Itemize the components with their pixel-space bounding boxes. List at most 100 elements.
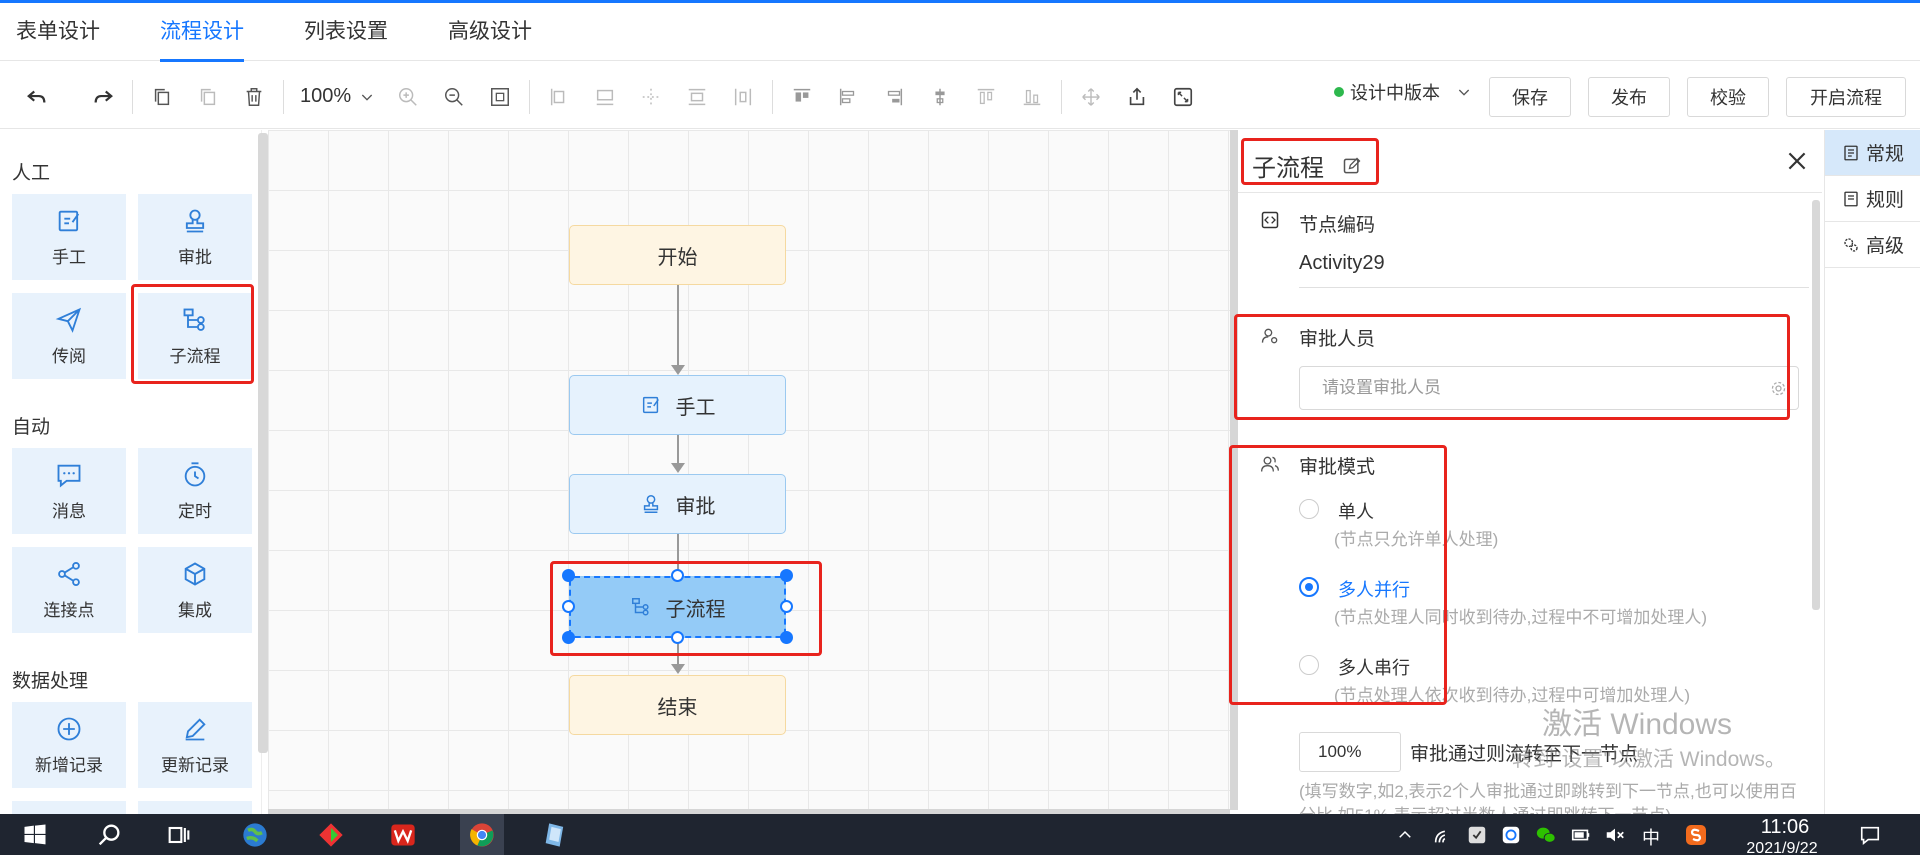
battery-icon[interactable] xyxy=(1570,824,1592,846)
move-button[interactable] xyxy=(1068,77,1114,117)
flow-node-approval[interactable]: 审批 xyxy=(569,474,786,534)
fullscreen-button[interactable] xyxy=(1160,77,1206,117)
redo-icon xyxy=(94,90,113,103)
taskbar-app-chrome[interactable] xyxy=(467,820,497,850)
resize-handle[interactable] xyxy=(562,631,575,644)
taskbar-clock[interactable]: 11:06 xyxy=(1740,816,1830,839)
tab-list-settings[interactable]: 列表设置 xyxy=(304,3,388,61)
flow-node-manual[interactable]: 手工 xyxy=(569,375,786,435)
mode-option-label[interactable]: 多人并行 xyxy=(1338,576,1410,602)
search-button[interactable] xyxy=(94,820,124,850)
palette-item-message[interactable]: 消息 xyxy=(12,448,126,534)
distribute-button[interactable] xyxy=(720,77,766,117)
ime-indicator[interactable]: 中 xyxy=(1642,824,1660,850)
palette-item-approval[interactable]: 审批 xyxy=(138,194,252,280)
chevron-up-icon[interactable] xyxy=(1396,826,1414,844)
flow-node-subprocess[interactable]: 子流程 xyxy=(569,576,786,638)
mode-option-label[interactable]: 多人串行 xyxy=(1338,654,1410,680)
palette-item-manual[interactable]: 手工 xyxy=(12,194,126,280)
redo-button[interactable] xyxy=(80,77,126,117)
network-icon[interactable] xyxy=(1432,824,1454,846)
side-tab-general[interactable]: 常规 xyxy=(1825,130,1920,176)
canvas-vertical-scrollbar[interactable] xyxy=(1230,130,1238,810)
taskbar-app-media[interactable] xyxy=(316,820,346,850)
volume-muted-icon[interactable] xyxy=(1604,824,1626,846)
align-vcenter-button[interactable] xyxy=(917,77,963,117)
save-button[interactable]: 保存 xyxy=(1489,77,1571,117)
taskbar-app-wps[interactable] xyxy=(388,820,418,850)
align-left-edge-button[interactable] xyxy=(536,77,582,117)
mode-radio-serial[interactable] xyxy=(1299,655,1319,675)
copy-button[interactable] xyxy=(139,77,185,117)
toolbar-divider xyxy=(283,79,284,114)
zoom-out-button[interactable] xyxy=(431,77,477,117)
flow-node-end[interactable]: 结束 xyxy=(569,675,786,735)
approver-input[interactable]: 请设置审批人员 xyxy=(1299,366,1799,410)
palette-item-partial[interactable] xyxy=(138,801,252,814)
start-button[interactable] xyxy=(20,820,50,850)
validate-button[interactable]: 校验 xyxy=(1687,77,1769,117)
undo-button[interactable] xyxy=(14,77,60,117)
task-view-button[interactable] xyxy=(164,820,194,850)
tab-advanced-design[interactable]: 高级设计 xyxy=(448,3,532,61)
gear-icon[interactable] xyxy=(1770,380,1787,397)
paste-button[interactable] xyxy=(185,77,231,117)
delete-button[interactable] xyxy=(231,77,277,117)
taskbar-app-globe[interactable] xyxy=(240,820,270,850)
align-middle-button[interactable] xyxy=(674,77,720,117)
palette-item-timer[interactable]: 定时 xyxy=(138,448,252,534)
palette-item-partial[interactable] xyxy=(12,801,126,814)
connect-handle[interactable] xyxy=(562,600,575,613)
connect-handle[interactable] xyxy=(671,631,684,644)
palette-item-update-record[interactable]: 更新记录 xyxy=(138,702,252,788)
palette-scrollbar[interactable] xyxy=(258,133,268,753)
export-icon xyxy=(1129,87,1145,105)
taskbar-app-tablet[interactable] xyxy=(540,820,570,850)
zoom-select[interactable]: 100% xyxy=(290,85,385,108)
zoom-in-button[interactable] xyxy=(385,77,431,117)
side-tab-rules[interactable]: 规则 xyxy=(1825,176,1920,222)
mode-radio-single[interactable] xyxy=(1299,499,1319,519)
align-top-edge-button[interactable] xyxy=(582,77,628,117)
publish-button[interactable]: 发布 xyxy=(1588,77,1670,117)
align-top-button[interactable] xyxy=(779,77,825,117)
palette-item-circulate[interactable]: 传阅 xyxy=(12,293,126,379)
align-bottom-button[interactable] xyxy=(1009,77,1055,117)
tray-screenshot-icon[interactable] xyxy=(1500,824,1522,846)
version-select[interactable]: 设计中版本 xyxy=(1334,79,1472,105)
connect-handle[interactable] xyxy=(780,600,793,613)
align-left-button[interactable] xyxy=(825,77,871,117)
taskbar-date[interactable]: 2021/9/22 xyxy=(1732,840,1832,858)
resize-handle[interactable] xyxy=(780,631,793,644)
wechat-icon[interactable] xyxy=(1534,824,1558,846)
palette-item-label: 集成 xyxy=(178,600,212,620)
subprocess-icon xyxy=(631,598,649,616)
align-hcenter-button[interactable] xyxy=(963,77,1009,117)
connect-handle[interactable] xyxy=(671,569,684,582)
align-center-button[interactable] xyxy=(628,77,674,117)
flow-node-start[interactable]: 开始 xyxy=(569,225,786,285)
pass-threshold-input[interactable]: 100% xyxy=(1299,732,1401,772)
tab-form-design[interactable]: 表单设计 xyxy=(16,3,100,61)
resize-handle[interactable] xyxy=(780,569,793,582)
approver-label: 审批人员 xyxy=(1299,329,1376,350)
palette-item-subprocess[interactable]: 子流程 xyxy=(138,293,252,379)
palette-item-add-record[interactable]: 新增记录 xyxy=(12,702,126,788)
mode-option-label[interactable]: 单人 xyxy=(1338,498,1374,524)
align-right-button[interactable] xyxy=(871,77,917,117)
close-icon[interactable] xyxy=(1784,148,1810,174)
edit-icon[interactable] xyxy=(1342,156,1362,176)
tab-flow-design[interactable]: 流程设计 xyxy=(160,3,244,62)
side-tab-advanced[interactable]: 高级 xyxy=(1825,222,1920,268)
sogou-ime-icon[interactable] xyxy=(1684,823,1708,847)
palette-item-integration[interactable]: 集成 xyxy=(138,547,252,633)
tray-app-icon[interactable] xyxy=(1466,824,1488,846)
palette-item-connector[interactable]: 连接点 xyxy=(12,547,126,633)
mode-radio-parallel[interactable] xyxy=(1299,577,1319,597)
fit-view-button[interactable] xyxy=(477,77,523,117)
notification-icon[interactable] xyxy=(1858,824,1882,846)
panel-scrollbar[interactable] xyxy=(1812,200,1820,610)
start-flow-button[interactable]: 开启流程 xyxy=(1786,77,1906,117)
resize-handle[interactable] xyxy=(562,569,575,582)
export-button[interactable] xyxy=(1114,77,1160,117)
